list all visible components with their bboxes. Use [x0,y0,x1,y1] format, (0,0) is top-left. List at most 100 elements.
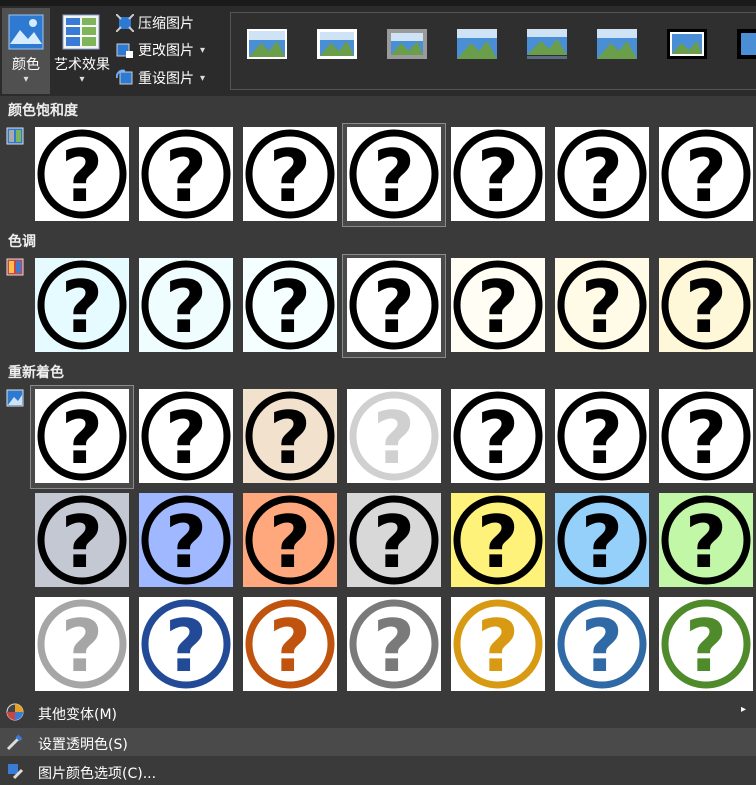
color-variant-tile[interactable]: ? [347,127,441,221]
question-mark-glyph: ? [269,604,311,688]
artistic-effects-button[interactable]: 艺术效果 ▾ [50,8,114,94]
question-mark-icon: ? [37,391,127,481]
picture-style-thumb[interactable] [527,29,567,59]
color-variant-tile[interactable]: ? [35,493,129,587]
question-mark-glyph: ? [373,134,415,218]
question-mark-glyph: ? [373,604,415,688]
color-variant-tile[interactable]: ? [451,597,545,691]
question-mark-icon: ? [557,391,647,481]
question-mark-icon: ? [37,260,127,350]
question-mark-glyph: ? [581,396,623,480]
color-variant-tile[interactable]: ? [243,493,337,587]
compress-pictures-button[interactable]: 压缩图片 [116,12,194,34]
reset-picture-button[interactable]: 重设图片 ▾ [116,67,205,89]
color-variant-tile[interactable]: ? [555,127,649,221]
chevron-down-icon: ▾ [79,74,85,85]
ribbon: 颜色 ▾ 艺术效果 ▾ 压缩图片 更改图片 ▾ 重设图片 ▾ [0,0,756,96]
artistic-effects-icon [62,14,100,50]
question-mark-icon: ? [453,599,543,689]
color-variant-tile[interactable]: ? [347,258,441,352]
question-mark-glyph: ? [581,134,623,218]
color-variant-tile[interactable]: ? [659,493,753,587]
color-variant-tile[interactable]: ? [139,258,233,352]
color-variant-tile[interactable]: ? [139,389,233,483]
question-mark-icon: ? [245,391,335,481]
question-mark-icon: ? [141,260,231,350]
question-mark-glyph: ? [685,134,727,218]
color-variant-tile[interactable]: ? [659,597,753,691]
question-mark-glyph: ? [581,265,623,349]
color-variant-tile[interactable]: ? [451,389,545,483]
question-mark-icon: ? [661,599,751,689]
compress-label: 压缩图片 [138,16,194,32]
color-variant-tile[interactable]: ? [243,127,337,221]
color-variant-tile[interactable]: ? [555,258,649,352]
color-variant-tile[interactable]: ? [451,258,545,352]
color-variant-tile[interactable]: ? [139,127,233,221]
color-variant-tile[interactable]: ? [347,597,441,691]
color-variant-tile[interactable]: ? [451,127,545,221]
color-variant-tile[interactable]: ? [35,389,129,483]
picture-style-thumb[interactable] [597,29,637,59]
color-variant-tile[interactable]: ? [139,493,233,587]
question-mark-glyph: ? [581,500,623,584]
question-mark-icon: ? [141,599,231,689]
color-variant-tile[interactable]: ? [659,389,753,483]
question-mark-icon: ? [557,260,647,350]
picture-style-thumb[interactable] [387,29,427,59]
color-variant-tile[interactable]: ? [243,389,337,483]
color-variant-tile[interactable]: ? [243,597,337,691]
question-mark-icon: ? [453,260,543,350]
picture-style-thumb[interactable] [457,29,497,59]
question-mark-icon: ? [453,129,543,219]
tone-icon [6,258,24,276]
chevron-down-icon: ▾ [23,74,29,85]
question-mark-icon: ? [661,495,751,585]
question-mark-icon: ? [349,495,439,585]
color-variant-tile[interactable]: ? [555,389,649,483]
picture-style-thumb[interactable] [247,29,287,59]
compress-icon [116,14,134,32]
reset-picture-icon [116,69,133,85]
question-mark-icon: ? [141,495,231,585]
color-variant-tile[interactable]: ? [659,127,753,221]
color-variant-tile[interactable]: ? [555,493,649,587]
color-variant-tile[interactable]: ? [347,389,441,483]
question-mark-glyph: ? [165,396,207,480]
question-mark-glyph: ? [165,265,207,349]
color-variant-tile[interactable]: ? [139,597,233,691]
more-variations-menu-item[interactable]: 其他变体(M) ▸ [0,698,756,726]
saturation-section-title: 颜色饱和度 [8,103,78,119]
color-variant-tile[interactable]: ? [35,597,129,691]
question-mark-glyph: ? [685,396,727,480]
question-mark-icon: ? [245,495,335,585]
color-variant-tile[interactable]: ? [659,258,753,352]
color-variant-tile[interactable]: ? [35,258,129,352]
question-mark-glyph: ? [165,134,207,218]
chevron-down-icon: ▾ [200,44,206,56]
question-mark-glyph: ? [61,604,103,688]
change-picture-button[interactable]: 更改图片 ▾ [116,39,205,61]
picture-styles-gallery [230,12,756,90]
color-options-label: 图片颜色选项(C)... [38,766,157,782]
more-variations-label: 其他变体(M) [38,707,118,723]
color-variant-tile[interactable]: ? [451,493,545,587]
question-mark-glyph: ? [269,500,311,584]
color-button[interactable]: 颜色 ▾ [2,8,50,94]
picture-style-thumb[interactable] [737,29,756,59]
picture-style-thumb[interactable] [667,29,707,59]
color-variant-tile[interactable]: ? [347,493,441,587]
picture-color-icon [8,14,44,50]
submenu-arrow-icon: ▸ [740,704,746,715]
color-variant-tile[interactable]: ? [35,127,129,221]
color-variant-tile[interactable]: ? [555,597,649,691]
question-mark-glyph: ? [61,134,103,218]
set-transparent-color-menu-item[interactable]: 设置透明色(S) [0,728,756,756]
color-variant-tile[interactable]: ? [243,258,337,352]
question-mark-icon: ? [453,495,543,585]
picture-color-options-menu-item[interactable]: 图片颜色选项(C)... [0,757,756,785]
color-button-label: 颜色 [12,57,40,73]
question-mark-icon: ? [37,129,127,219]
picture-style-thumb[interactable] [317,29,357,59]
question-mark-glyph: ? [477,500,519,584]
